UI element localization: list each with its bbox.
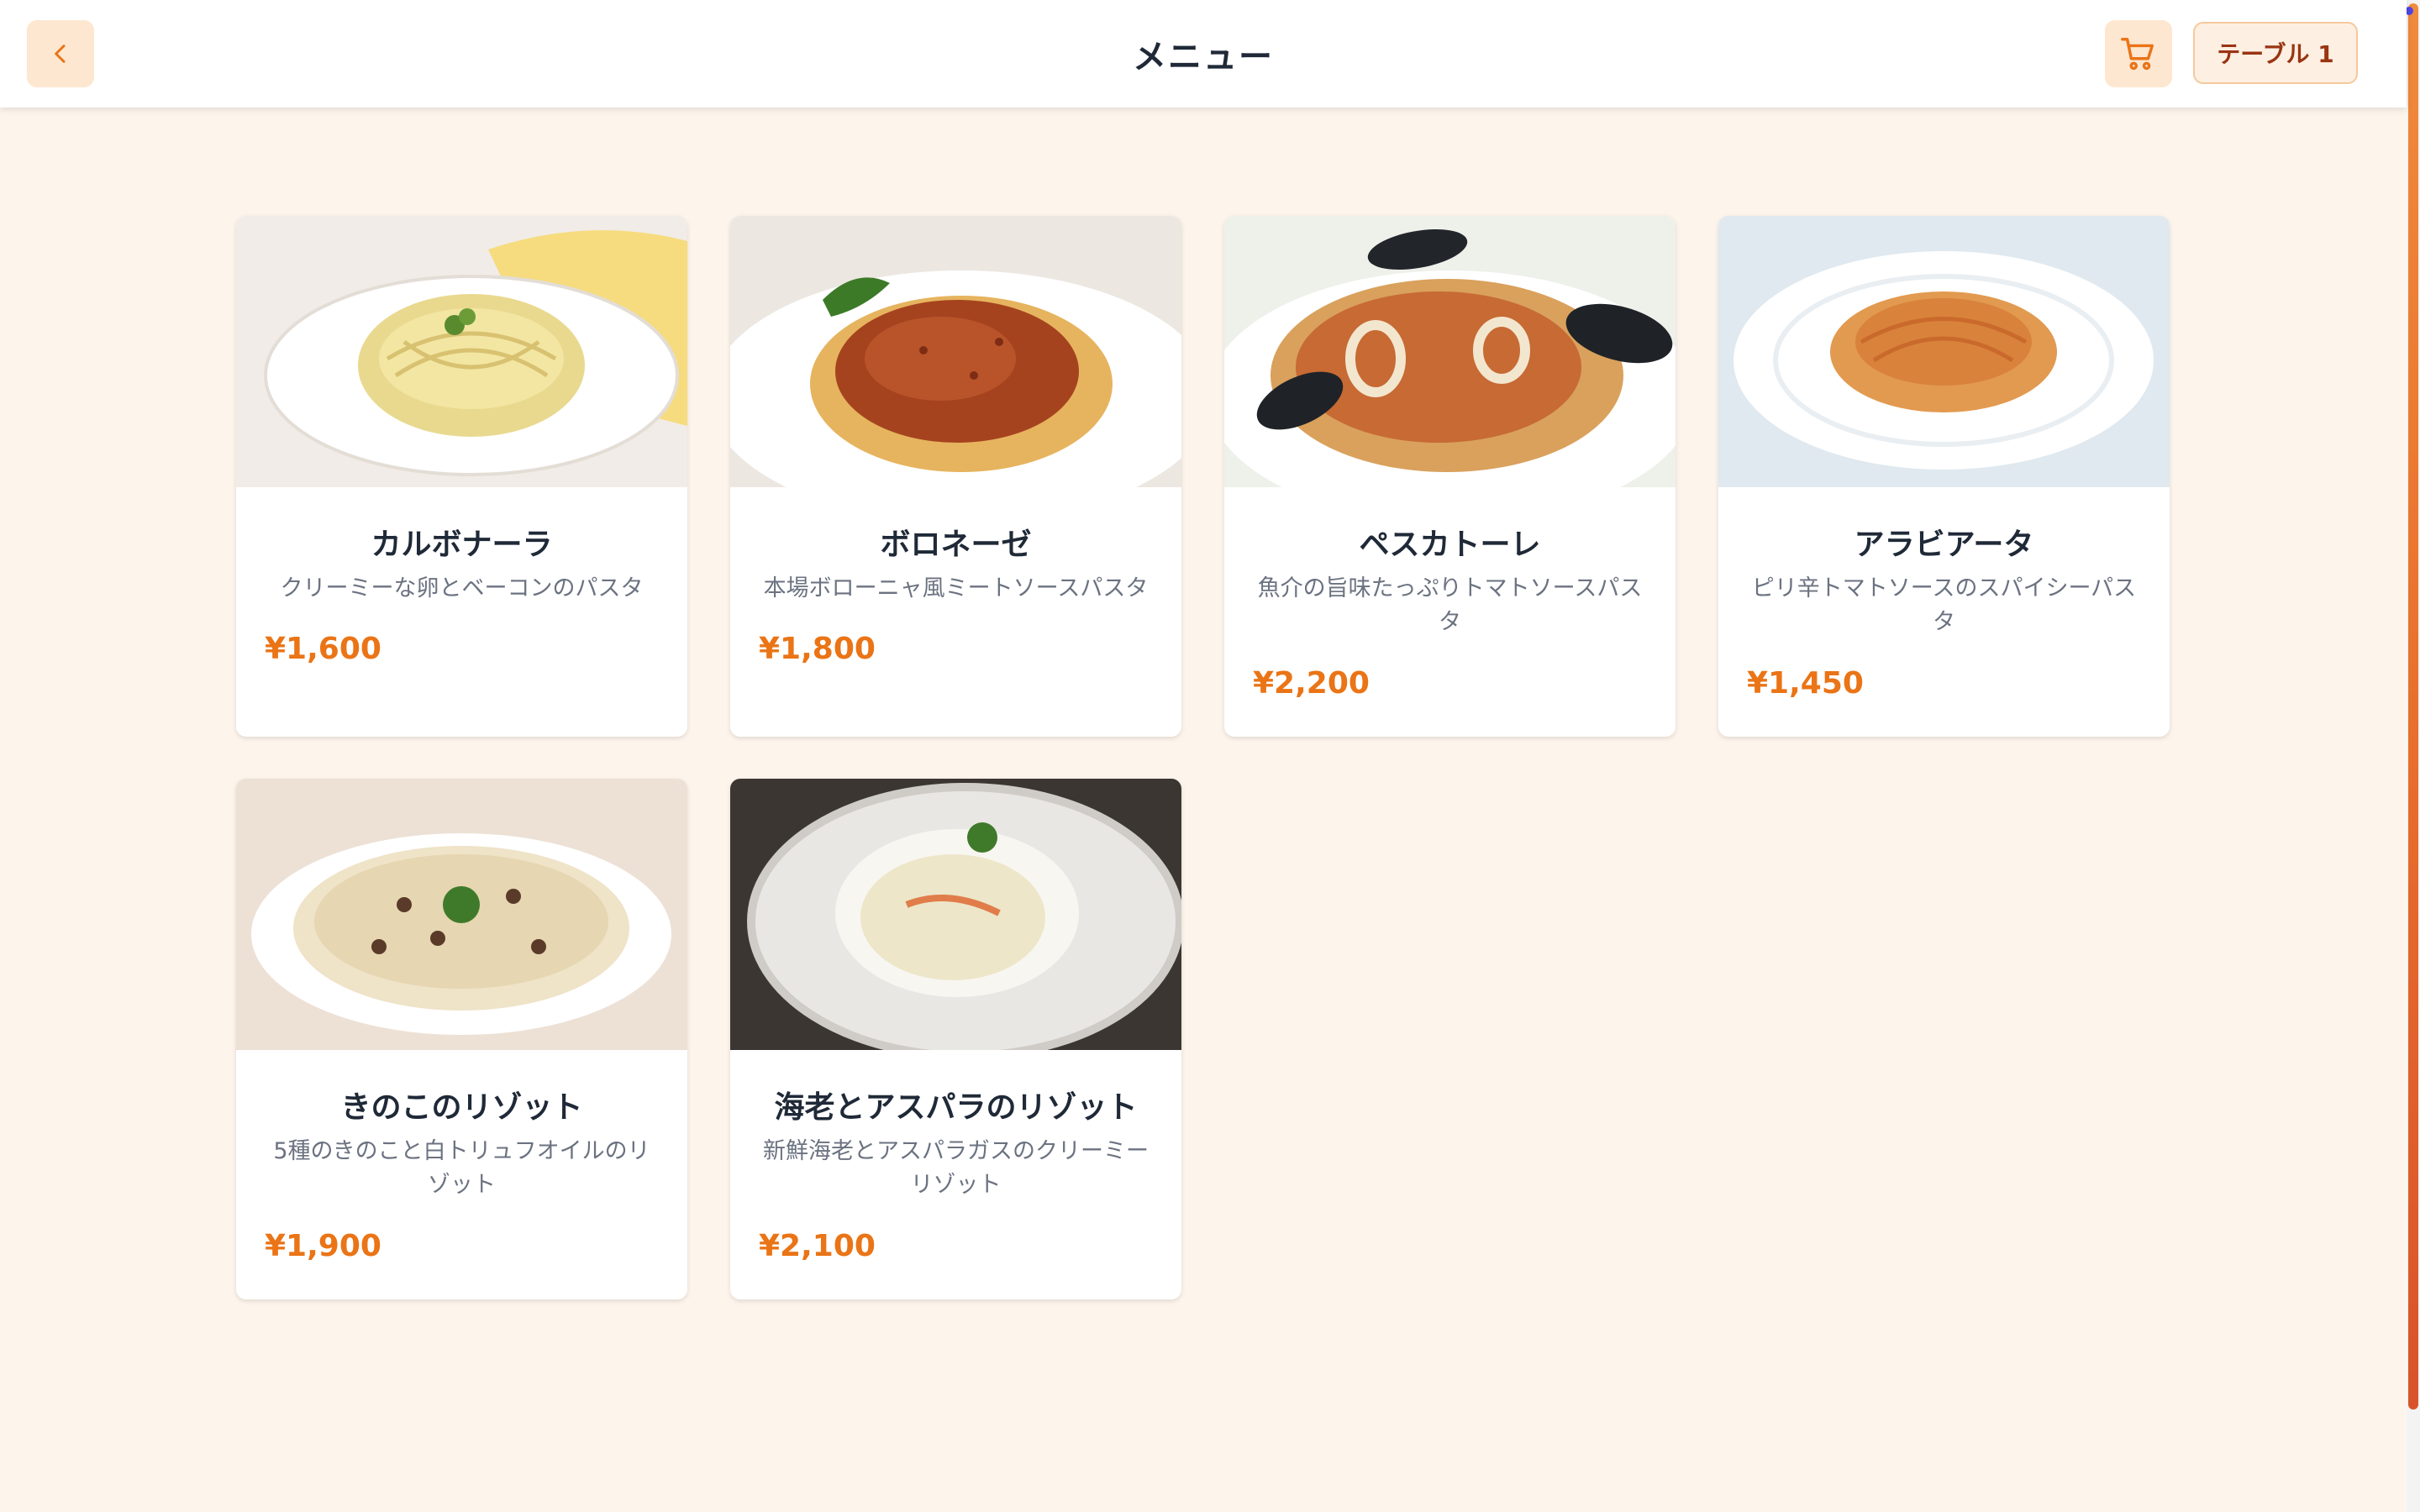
back-button[interactable] (27, 20, 94, 87)
dish-description: 新鮮海老とアスパラガスのクリーミーリゾット (763, 1138, 1149, 1198)
dish-description: 5種のきのこと白トリュフオイルのリゾット (273, 1138, 650, 1198)
dish-photo (236, 216, 687, 487)
cart-button[interactable] (2105, 20, 2172, 87)
menu-item-card[interactable]: ペスカトーレ 魚介の旨味たっぷりトマトソースパスタ ¥2,200 (1224, 216, 1676, 737)
chevron-left-icon (55, 45, 66, 63)
top-bar: メニュー テーブル 1 (0, 0, 2407, 108)
dish-price: ¥1,900 (265, 1229, 381, 1263)
scrollbar-thumb[interactable] (2408, 3, 2418, 1410)
menu-item-card[interactable]: きのこのリゾット 5種のきのこと白トリュフオイルのリゾット ¥1,900 (236, 779, 687, 1299)
dish-price: ¥1,600 (265, 632, 381, 666)
dish-price: ¥1,800 (759, 632, 876, 666)
menu-item-card[interactable]: アラビアータ ピリ辛トマトソースのスパイシーパスタ ¥1,450 (1718, 216, 2170, 737)
dish-price: ¥1,450 (1747, 666, 1864, 701)
dish-price: ¥2,100 (759, 1229, 876, 1263)
menu-item-card[interactable]: ボロネーゼ 本場ボローニャ風ミートソースパスタ ¥1,800 (730, 216, 1181, 737)
dish-name: カルボナーラ (371, 528, 553, 562)
dish-description: ピリ辛トマトソースのスパイシーパスタ (1751, 575, 2137, 635)
table-number-button[interactable]: テーブル 1 (2193, 22, 2358, 84)
dish-photo (1224, 216, 1676, 487)
menu-item-card[interactable]: 海老とアスパラのリゾット 新鮮海老とアスパラガスのクリーミーリゾット ¥2,10… (730, 779, 1181, 1299)
dish-name: ペスカトーレ (1359, 528, 1541, 562)
cart-icon (2121, 38, 2154, 71)
dish-photo (1718, 216, 2170, 487)
dish-name: 海老とアスパラのリゾット (774, 1090, 1138, 1125)
dish-description: 本場ボローニャ風ミートソースパスタ (763, 575, 1149, 601)
dish-name: ボロネーゼ (880, 528, 1032, 562)
dish-photo (730, 779, 1181, 1050)
dish-photo (236, 779, 687, 1050)
dish-description: 魚介の旨味たっぷりトマトソースパスタ (1257, 575, 1643, 635)
dish-name: アラビアータ (1854, 528, 2034, 562)
page-title: メニュー (1133, 38, 1274, 76)
menu-item-card[interactable]: カルボナーラ クリーミーな卵とベーコンのパスタ ¥1,600 (236, 216, 687, 737)
dish-name: きのこのリゾット (340, 1090, 583, 1125)
dish-price: ¥2,200 (1253, 666, 1370, 701)
dish-photo (730, 216, 1181, 487)
dish-description: クリーミーな卵とベーコンのパスタ (280, 575, 644, 601)
